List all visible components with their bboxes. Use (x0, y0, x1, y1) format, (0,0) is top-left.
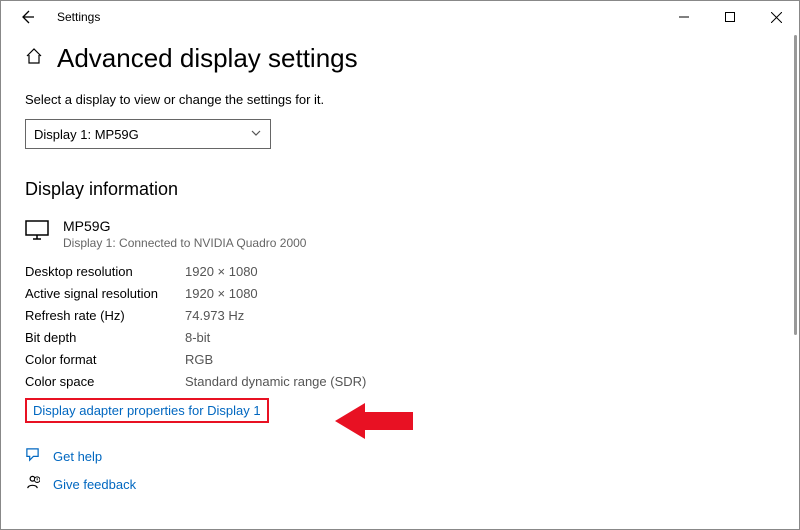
table-row: Active signal resolution 1920 × 1080 (25, 282, 775, 304)
annotation-highlight-box: Display adapter properties for Display 1 (25, 398, 269, 423)
display-select-value: Display 1: MP59G (34, 127, 139, 142)
row-label: Active signal resolution (25, 286, 185, 301)
row-value: 8-bit (185, 330, 210, 345)
window-title: Settings (57, 10, 100, 24)
monitor-icon (25, 218, 49, 250)
table-row: Color format RGB (25, 348, 775, 370)
display-select[interactable]: Display 1: MP59G (25, 119, 271, 149)
table-row: Desktop resolution 1920 × 1080 (25, 260, 775, 282)
row-value: 1920 × 1080 (185, 286, 258, 301)
chat-icon (25, 447, 41, 465)
row-value: Standard dynamic range (SDR) (185, 374, 366, 389)
close-button[interactable] (753, 1, 799, 33)
table-row: Bit depth 8-bit (25, 326, 775, 348)
back-button[interactable] (13, 9, 41, 25)
scrollbar[interactable] (794, 35, 797, 335)
arrow-left-icon (19, 9, 35, 25)
chevron-down-icon (250, 127, 262, 142)
row-value: 1920 × 1080 (185, 264, 258, 279)
section-heading: Display information (25, 179, 775, 200)
give-feedback-label: Give feedback (53, 477, 136, 492)
row-label: Color space (25, 374, 185, 389)
row-label: Desktop resolution (25, 264, 185, 279)
table-row: Color space Standard dynamic range (SDR) (25, 370, 775, 392)
window-controls (661, 1, 799, 33)
titlebar: Settings (1, 1, 799, 33)
annotation-arrow (335, 399, 415, 446)
feedback-icon (25, 475, 41, 493)
row-label: Color format (25, 352, 185, 367)
table-row: Refresh rate (Hz) 74.973 Hz (25, 304, 775, 326)
monitor-summary: MP59G Display 1: Connected to NVIDIA Qua… (25, 218, 775, 250)
heading-row: Advanced display settings (25, 43, 775, 74)
display-adapter-link[interactable]: Display adapter properties for Display 1 (33, 403, 261, 418)
display-info-table: Desktop resolution 1920 × 1080 Active si… (25, 260, 775, 392)
monitor-subtext: Display 1: Connected to NVIDIA Quadro 20… (63, 236, 306, 250)
row-label: Refresh rate (Hz) (25, 308, 185, 323)
page-title: Advanced display settings (57, 43, 358, 74)
get-help-link[interactable]: Get help (25, 447, 775, 465)
monitor-name: MP59G (63, 218, 306, 234)
footer-links: Get help Give feedback (25, 447, 775, 493)
row-value: RGB (185, 352, 213, 367)
home-icon[interactable] (25, 47, 43, 70)
row-label: Bit depth (25, 330, 185, 345)
row-value: 74.973 Hz (185, 308, 244, 323)
get-help-label: Get help (53, 449, 102, 464)
instruction-text: Select a display to view or change the s… (25, 92, 775, 107)
maximize-button[interactable] (707, 1, 753, 33)
give-feedback-link[interactable]: Give feedback (25, 475, 775, 493)
minimize-button[interactable] (661, 1, 707, 33)
